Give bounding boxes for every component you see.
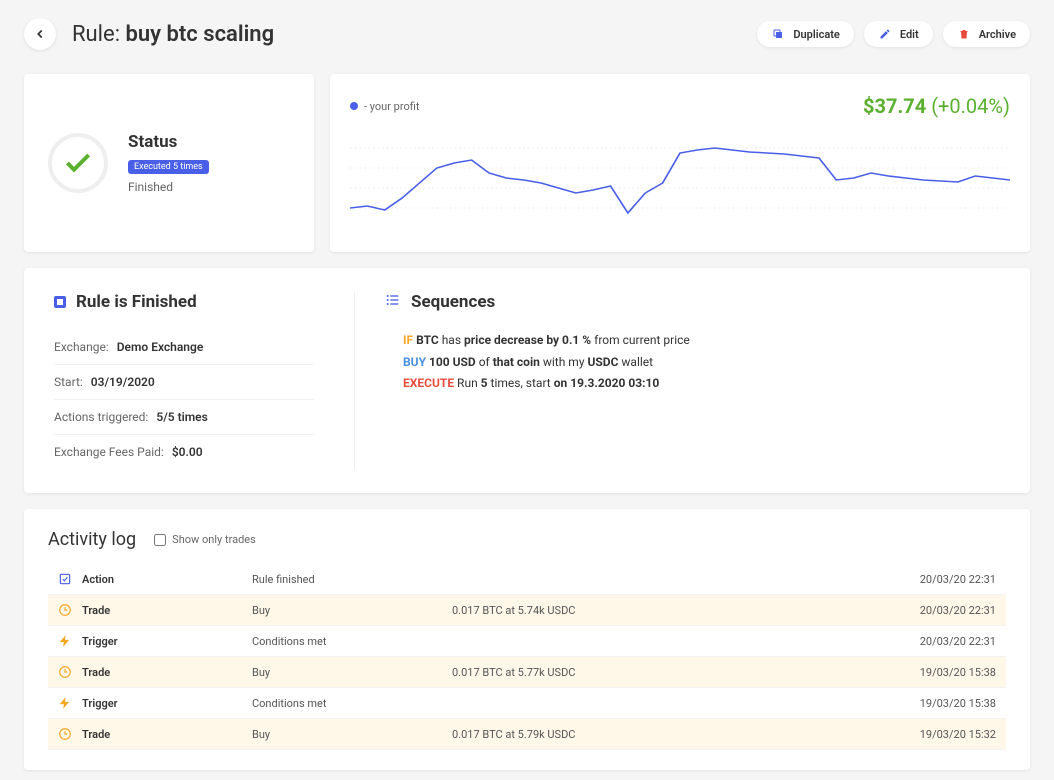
detail-label: Exchange: [54,340,109,354]
activity-log-table: ActionRule finished20/03/20 22:31TradeBu… [48,564,1006,750]
activity-title: Activity log [48,529,136,550]
trade-icon [58,727,82,741]
legend-dot-icon [350,102,358,110]
log-date: 19/03/20 15:38 [886,697,996,710]
archive-button[interactable]: Archive [943,21,1030,47]
profit-pct: (+0.04%) [931,94,1010,118]
log-date: 20/03/20 22:31 [886,604,996,617]
detail-row: Start: 03/19/2020 [54,365,314,400]
trigger-icon [58,634,82,648]
chart-legend: - your profit [350,100,419,113]
show-only-trades-label: Show only trades [172,533,256,546]
activity-card: Activity log Show only trades ActionRule… [24,509,1030,770]
detail-value: 5/5 times [156,410,207,424]
action-icon [58,572,82,586]
log-type: Trigger [82,697,252,710]
profit-chart [350,128,1010,228]
duplicate-button[interactable]: Duplicate [757,21,853,47]
page-title-prefix: Rule: [72,22,126,47]
detail-label: Actions triggered: [54,410,148,424]
log-row: TriggerConditions met 20/03/20 22:31 [48,626,1006,657]
rule-finished-title: Rule is Finished [54,292,314,312]
show-only-trades-checkbox[interactable]: Show only trades [154,533,256,546]
log-row: TradeBuy0.017 BTC at 5.77k USDC19/03/20 … [48,657,1006,688]
detail-label: Exchange Fees Paid: [54,445,164,459]
detail-value: Demo Exchange [117,340,204,354]
page-title: Rule: buy btc scaling [72,22,274,47]
log-detail: Conditions met [252,635,452,648]
checkmark-icon [62,147,94,179]
status-text: Finished [128,180,209,194]
log-row: TradeBuy0.017 BTC at 5.79k USDC19/03/20 … [48,719,1006,750]
log-detail: Buy [252,604,452,617]
log-type: Action [82,573,252,586]
profit-display: $37.74 (+0.04%) [863,94,1010,118]
log-detail: Conditions met [252,697,452,710]
log-amount: 0.017 BTC at 5.74k USDC [452,604,886,617]
log-type: Trigger [82,635,252,648]
duplicate-label: Duplicate [793,28,839,41]
back-button[interactable] [24,18,56,50]
log-detail: Buy [252,728,452,741]
log-detail: Rule finished [252,573,452,586]
show-only-trades-input[interactable] [154,534,166,546]
log-date: 19/03/20 15:32 [886,728,996,741]
log-type: Trade [82,666,252,679]
sequence-if: IF BTC has price decrease by 0.1 % from … [403,330,1000,352]
details-card: Rule is Finished Exchange: Demo Exchange S… [24,268,1030,493]
log-amount: 0.017 BTC at 5.77k USDC [452,666,886,679]
detail-value: 03/19/2020 [91,375,155,389]
log-type: Trade [82,728,252,741]
log-amount: 0.017 BTC at 5.79k USDC [452,728,886,741]
sequence-lines: IF BTC has price decrease by 0.1 % from … [385,330,1000,395]
log-row: ActionRule finished 20/03/20 22:31 [48,564,1006,595]
chevron-left-icon [33,27,47,41]
duplicate-icon [771,27,785,41]
sequences-text: Sequences [411,292,495,312]
chart-legend-text: - your profit [364,100,419,113]
detail-row: Actions triggered: 5/5 times [54,400,314,435]
trade-icon [58,603,82,617]
sequence-buy: BUY 100 USD of that coin with my USDC wa… [403,352,1000,374]
detail-value: $0.00 [172,445,203,459]
status-card: Status Executed 5 times Finished [24,74,314,252]
pencil-icon [878,27,892,41]
trash-icon [957,27,971,41]
log-date: 19/03/20 15:38 [886,666,996,679]
log-type: Trade [82,604,252,617]
status-label: Status [128,132,209,152]
sequences-title: Sequences [385,292,1000,312]
edit-button[interactable]: Edit [864,21,933,47]
log-row: TradeBuy0.017 BTC at 5.74k USDC20/03/20 … [48,595,1006,626]
log-row: TriggerConditions met 19/03/20 15:38 [48,688,1006,719]
rule-finished-text: Rule is Finished [76,292,197,312]
page-header: Rule: buy btc scaling Duplicate Edit Arc… [0,10,1054,58]
trade-icon [58,665,82,679]
trigger-icon [58,696,82,710]
chart-card: - your profit $37.74 (+0.04%) [330,74,1030,252]
log-detail: Buy [252,666,452,679]
log-date: 20/03/20 22:31 [886,573,996,586]
status-badge: Executed 5 times [128,160,209,174]
square-icon [54,296,66,308]
profit-value: $37.74 [863,94,926,118]
detail-row: Exchange Fees Paid: $0.00 [54,435,314,469]
status-circle [48,133,108,193]
log-date: 20/03/20 22:31 [886,635,996,648]
detail-row: Exchange: Demo Exchange [54,330,314,365]
detail-label: Start: [54,375,83,389]
list-icon [385,292,401,312]
page-title-name: buy btc scaling [126,22,275,47]
sequence-execute: EXECUTE Run 5 times, start on 19.3.2020 … [403,373,1000,395]
edit-label: Edit [900,28,919,41]
archive-label: Archive [979,28,1016,41]
